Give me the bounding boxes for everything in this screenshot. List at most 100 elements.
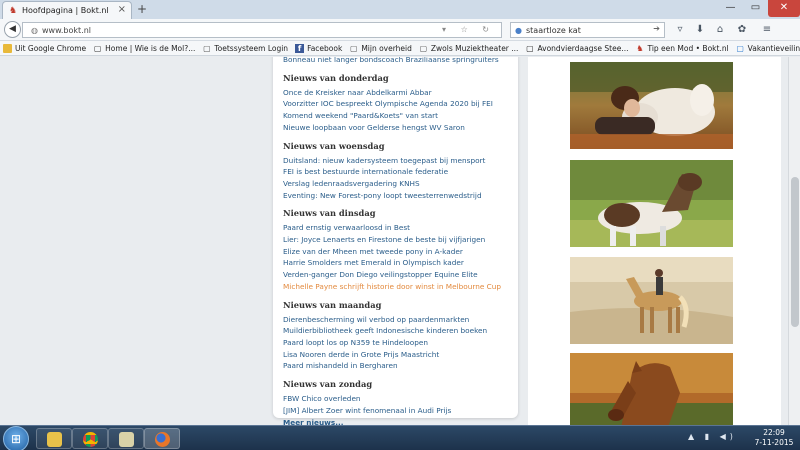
news-link[interactable]: Lisa Nooren derde in Grote Prijs Maastri… [283,349,518,361]
taskbar-window[interactable] [108,428,144,449]
bookmark-item[interactable]: ▢ Mijn overheid [349,44,412,53]
bookmark-item[interactable]: ▢ Toetssysteem Login [202,44,288,53]
news-link[interactable]: Bonneau niet langer bondscoach Braziliaa… [283,57,518,66]
url-bar[interactable]: ◍ www.bokt.nl ▾ ☆ ↻ [22,22,502,38]
bookmark-item[interactable]: ▢ Home | Wie is de Mol?... [93,44,195,53]
news-link[interactable]: Eventing: New Forest-pony loopt tweester… [283,190,518,202]
download-icon[interactable]: ⬇ [693,23,707,37]
news-day-heading: Nieuws van maandag [283,299,382,310]
system-tray-icons[interactable]: ▲ ▮ ◀) [688,432,737,441]
search-query: staartloze kat [525,25,581,35]
news-link[interactable]: Paard loopt los op N359 te Hindeloopen [283,337,518,349]
bookmark-label: Avondvierdaagse Stee... [537,43,629,53]
bookmark-item[interactable]: ▬ Uit Google Chrome [3,43,87,53]
page-icon: ▢ [419,43,428,53]
news-link[interactable]: Paard ernstig verwaarloosd in Best [283,222,518,234]
bookmark-label: Zwols Muziektheater ... [430,43,519,53]
news-link[interactable]: Michelle Payne schrijft historie door wi… [283,281,518,293]
news-link[interactable]: FEI is best bestuurde internationale fed… [283,166,518,178]
search-engine-icon: ● [515,25,522,35]
chrome-icon [83,432,98,447]
menu-icon[interactable]: ≡ [760,23,774,37]
photo-rider-on-sand[interactable] [570,257,733,344]
search-go-icon[interactable]: ➔ [653,24,660,33]
photo-girl-with-pony[interactable] [570,62,733,149]
browser-tab[interactable]: ♞ Hoofdpagina | Bokt.nl × [2,1,132,19]
news-day-heading: Nieuws van zondag [283,379,373,390]
bookmark-label: Mijn overheid [361,43,412,53]
tab-close-icon[interactable]: × [118,4,126,15]
bookmark-label: Toetssysteem Login [214,43,289,53]
taskbar-firefox[interactable] [144,428,180,449]
bookmarks-bar: ▬ Uit Google Chrome ▢ Home | Wie is de Mol?… [0,41,800,56]
minimize-button[interactable]: — [718,0,743,17]
page-icon: ▢ [93,43,102,53]
bookmark-item[interactable]: ▢ Avondvierdaagse Stee... [525,44,628,53]
new-tab-button[interactable]: + [137,2,147,16]
news-link[interactable]: Lier: Joyce Lenaerts en Firestone de bes… [283,234,518,246]
folder-icon [47,432,62,447]
news-link[interactable]: Once de Kreisker naar Abdelkarmi Abbar [283,87,518,99]
news-day-heading: Nieuws van donderdag [283,72,389,83]
photo-foal[interactable] [570,160,733,247]
photo-bay-horse[interactable] [570,353,733,425]
clock-time: 22:09 [763,428,785,437]
news-link[interactable]: Nieuwe loopbaan voor Gelderse hengst WV … [283,122,518,134]
home-icon[interactable]: ⌂ [713,23,727,37]
tab-strip: ♞ Hoofdpagina | Bokt.nl × + — ▭ ✕ [0,0,800,19]
news-day-heading: Nieuws van woensdag [283,140,385,151]
bookmark-item[interactable]: ▢ Zwols Muziektheater ... [419,44,519,53]
page-icon: ▢ [350,43,358,53]
news-link[interactable]: FBW Chico overleden [283,393,518,405]
close-window-button[interactable]: ✕ [768,0,800,17]
back-button[interactable]: ◀ [4,21,21,38]
firefox-icon [155,432,170,447]
facebook-icon: f [295,43,305,53]
url-bar-actions[interactable]: ▾ ☆ ↻ [442,25,495,34]
windows-taskbar: ⊞ ▲ ▮ ◀) 22:09 7-11-2015 [0,425,800,450]
news-link[interactable]: Muildierbibliotheek geeft Indonesische k… [283,325,518,337]
page-icon: ▢ [526,43,534,53]
url-text: www.bokt.nl [41,25,91,35]
page-icon: ▢ [736,43,744,53]
bookmark-item[interactable]: ▢Vakantieveilingen [736,44,800,53]
news-link[interactable]: [JIM] Albert Zoer wint fenomenaal in Aud… [283,405,518,417]
news-link[interactable]: Verden-ganger Don Diego veilingstopper E… [283,269,518,281]
news-link[interactable]: Duitsland: nieuw kadersysteem toegepast … [283,155,518,167]
bokt-icon: ♞ [636,43,644,53]
page-icon: ▢ [203,43,211,53]
globe-icon: ◍ [31,25,38,35]
news-link[interactable]: Harrie Smolders met Emerald in Olympisch… [283,257,518,269]
windows-logo-icon: ⊞ [11,432,22,446]
bookmark-item[interactable]: ♞ Tip een Mod • Bokt.nl [635,44,728,53]
pocket-icon[interactable]: ▿ [673,23,687,37]
page-scrollbar[interactable] [788,57,800,425]
clock[interactable]: 22:09 7-11-2015 [750,428,798,448]
navigation-bar: ◀ ◍ www.bokt.nl ▾ ☆ ↻ ● staartloze kat ➔… [0,19,800,41]
tab-title: Hoofdpagina | Bokt.nl [22,6,109,15]
bookmark-label: Tip een Mod • Bokt.nl [647,43,729,53]
clock-date: 7-11-2015 [754,438,794,447]
scrollbar-thumb[interactable] [791,177,799,327]
bookmark-label: Facebook [307,43,343,53]
bookmark-label: Vakantieveilingen [747,43,800,53]
taskbar-chrome[interactable] [72,428,108,449]
bookmark-item[interactable]: f Facebook [295,43,343,53]
page-content: Bonneau niet langer bondscoach Braziliaa… [0,57,800,425]
window-icon [119,432,134,447]
news-link[interactable]: Verslag ledenraadsvergadering KNHS [283,178,518,190]
addon-icon[interactable]: ✿ [735,23,749,37]
news-link[interactable]: Komend weekend "Paard&Koets" van start [283,110,518,122]
taskbar-explorer[interactable] [36,428,72,449]
folder-icon: ▬ [3,43,12,53]
search-bar[interactable]: ● staartloze kat ➔ [510,22,665,38]
news-link[interactable]: Voorzitter IOC bespreekt Olympische Agen… [283,98,518,110]
news-link[interactable]: Paard mishandeld in Bergharen [283,360,518,372]
bookmark-label: Uit Google Chrome [15,43,87,53]
start-button[interactable]: ⊞ [3,426,29,450]
news-link[interactable]: Dierenbescherming wil verbod op paardenm… [283,314,518,326]
news-link[interactable]: Elize van der Mheen met tweede pony in A… [283,246,518,258]
maximize-button[interactable]: ▭ [743,0,768,17]
bookmark-label: Home | Wie is de Mol?... [105,43,196,53]
news-panel: Bonneau niet langer bondscoach Braziliaa… [273,57,518,425]
